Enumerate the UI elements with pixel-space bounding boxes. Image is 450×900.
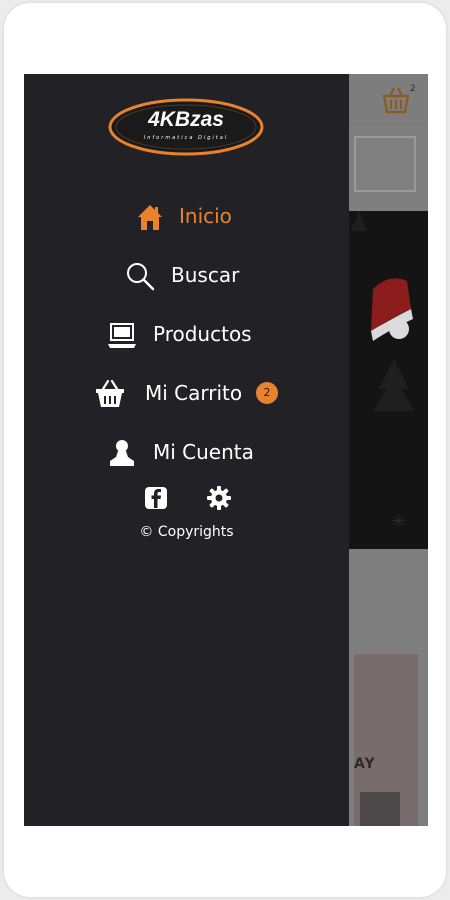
search-icon [124, 260, 156, 292]
basket-icon [94, 378, 126, 410]
laptop-icon [106, 319, 138, 351]
menu-item-buscar[interactable]: Buscar [124, 256, 324, 296]
menu-label-mi-cuenta: Mi Cuenta [153, 440, 254, 464]
menu-item-inicio[interactable]: Inicio [134, 197, 334, 237]
background-cart-icon[interactable] [378, 82, 414, 118]
menu-label-inicio: Inicio [179, 204, 232, 228]
svg-text:✳: ✳ [391, 511, 406, 532]
menu-label-productos: Productos [153, 322, 252, 346]
logo-subtitle: Informatica Digital [143, 135, 229, 141]
brand-logo[interactable]: 4KBzas Informatica Digital [108, 98, 264, 156]
phone-frame: 2 ✳ AY 4KBzas Informatica Digital Inicio… [4, 3, 446, 897]
facebook-icon[interactable] [142, 484, 170, 512]
app-screen: 2 ✳ AY 4KBzas Informatica Digital Inicio… [24, 74, 428, 826]
menu-item-productos[interactable]: Productos [106, 315, 336, 355]
copyright-text: © Copyrights [139, 524, 234, 540]
background-search-box[interactable] [354, 136, 416, 192]
user-icon [106, 437, 138, 469]
home-icon [134, 201, 166, 233]
cart-count-badge: 2 [256, 382, 278, 404]
background-banner[interactable]: ✳ [349, 211, 428, 549]
background-promo-text: AY [354, 756, 376, 772]
menu-item-mi-carrito[interactable]: Mi Carrito 2 [94, 374, 354, 414]
logo-text: 4KBzas [148, 108, 224, 131]
background-cart-count: 2 [410, 84, 416, 94]
menu-label-buscar: Buscar [171, 263, 240, 287]
gear-icon[interactable] [205, 484, 233, 512]
menu-item-mi-cuenta[interactable]: Mi Cuenta [106, 433, 336, 473]
background-promo-box [360, 792, 400, 826]
navigation-drawer: 4KBzas Informatica Digital Inicio Buscar… [24, 74, 349, 826]
menu-label-mi-carrito: Mi Carrito [145, 381, 243, 405]
